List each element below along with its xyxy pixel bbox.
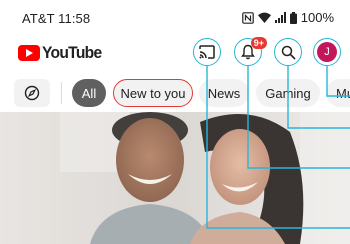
youtube-play-icon (18, 45, 40, 61)
search-icon (281, 45, 296, 60)
youtube-logo[interactable]: YouTube (18, 43, 107, 63)
explore-button[interactable] (14, 79, 50, 107)
cast-button[interactable] (193, 38, 221, 66)
status-carrier-time: AT&T 11:58 (22, 11, 91, 26)
account-button[interactable]: J (313, 38, 341, 66)
chip-gaming[interactable]: Gaming (256, 79, 320, 107)
video-thumbnail[interactable] (0, 112, 350, 244)
notification-badge: 9+ (250, 37, 267, 49)
chip-divider (61, 82, 62, 104)
signal-icon (274, 12, 286, 23)
logo-text: YouTube (42, 43, 102, 62)
compass-icon (24, 85, 40, 101)
chip-all[interactable]: All (72, 79, 106, 107)
battery-icon (289, 11, 297, 24)
search-button[interactable] (274, 38, 302, 66)
avatar: J (317, 42, 337, 62)
chip-bar: All New to you News Gaming Mu (0, 78, 350, 108)
status-icons: 100% (241, 10, 334, 25)
chip-music[interactable]: Mu (326, 79, 350, 107)
wifi-icon (257, 12, 271, 23)
app-header: YouTube 9+ J (0, 34, 350, 70)
thumbnail-image (0, 112, 350, 244)
nfc-icon (241, 11, 254, 24)
chip-news[interactable]: News (199, 79, 249, 107)
chip-new-to-you[interactable]: New to you (113, 79, 193, 107)
notifications-button[interactable]: 9+ (234, 37, 267, 66)
cast-icon (199, 45, 215, 59)
status-bar: AT&T 11:58 100% (0, 0, 350, 34)
battery-level: 100% (300, 10, 334, 25)
